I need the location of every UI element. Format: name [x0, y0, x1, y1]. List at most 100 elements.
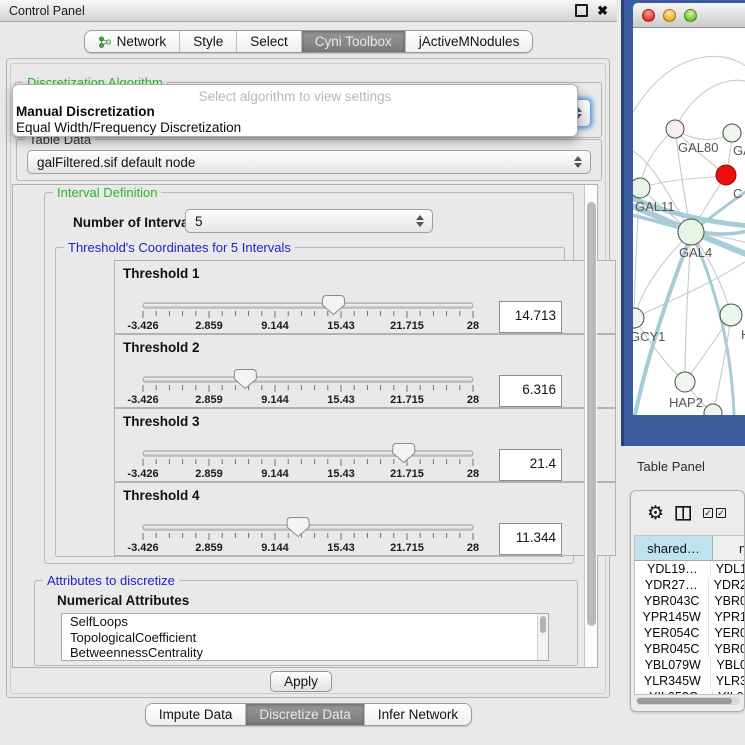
- table-horizontal-scrollbar-thumb[interactable]: [637, 698, 732, 704]
- attribute-item-betweennesscentrality[interactable]: BetweennessCentrality: [62, 645, 548, 661]
- list-scrollbar[interactable]: [537, 614, 548, 660]
- tab-infer-network[interactable]: Infer Network: [365, 704, 471, 725]
- table-horizontal-scrollbar[interactable]: [636, 697, 740, 705]
- table-row[interactable]: YPR145WYPR1: [635, 609, 745, 625]
- svg-text:GAL80: GAL80: [678, 140, 718, 155]
- cell-shared-name[interactable]: YIL052C: [635, 689, 713, 695]
- tab-network[interactable]: Network: [85, 31, 181, 52]
- network-canvas[interactable]: GAL80GACGAL11GAL4GCY1HHAP2: [633, 28, 745, 415]
- control-panel: Control Panel ✖ NetworkStyleSelect Cyni T…: [0, 0, 617, 745]
- network-node-ga[interactable]: GA: [723, 124, 745, 158]
- attributes-group: Attributes to discretize Numerical Attri…: [34, 580, 578, 666]
- slider-thumb[interactable]: [234, 370, 256, 389]
- svg-text:21.715: 21.715: [390, 394, 424, 406]
- cell-shared-name[interactable]: YPR145W: [635, 609, 709, 625]
- slider-thumb[interactable]: [393, 444, 415, 463]
- threshold-value-field[interactable]: 21.4: [499, 449, 562, 481]
- apply-button[interactable]: Apply: [270, 671, 332, 692]
- close-icon[interactable]: ✖: [597, 4, 608, 17]
- close-window-icon[interactable]: [642, 9, 655, 22]
- cell-shared-name[interactable]: YLR345W: [635, 673, 711, 689]
- table-row[interactable]: YDR27…YDR2: [635, 577, 745, 593]
- threshold-value-field[interactable]: 6.316: [499, 375, 562, 407]
- network-node-gal11[interactable]: GAL11: [633, 178, 675, 214]
- tab-label: jActiveMNodules: [419, 34, 520, 49]
- table-data-combobox[interactable]: galFiltered.sif default node: [27, 150, 591, 174]
- attributes-group-title: Attributes to discretize: [43, 573, 179, 588]
- tab-discretize-data[interactable]: Discretize Data: [246, 704, 365, 725]
- table-row[interactable]: YBR043CYBR0: [635, 593, 745, 609]
- cell-shared-name[interactable]: YBR045C: [635, 641, 709, 657]
- svg-text:21.715: 21.715: [390, 320, 424, 332]
- threshold-label: Threshold 1: [123, 266, 200, 281]
- minimize-window-icon[interactable]: [663, 9, 676, 22]
- vertical-scrollbar[interactable]: [584, 185, 597, 667]
- number-of-intervals-label: Number of Intervals: [73, 215, 200, 230]
- cell-shared-name[interactable]: YBR043C: [635, 593, 709, 609]
- svg-text:2.859: 2.859: [195, 542, 223, 554]
- slider-thumb[interactable]: [287, 518, 309, 537]
- table-row[interactable]: YDL19…YDL1: [635, 561, 745, 577]
- threshold-slider[interactable]: -3.4262.8599.14415.4321.71528: [133, 443, 513, 481]
- split-columns-icon[interactable]: [675, 505, 692, 522]
- cell-shared-name[interactable]: YER054C: [635, 625, 709, 641]
- cell-name[interactable]: YER0: [709, 625, 745, 641]
- cell-name[interactable]: YBR0: [709, 641, 745, 657]
- top-tab-bar: NetworkStyleSelect Cyni Toolbox jActiveMNo…: [0, 30, 617, 53]
- threshold-value-field[interactable]: 11.344: [499, 523, 562, 555]
- cell-name[interactable]: YDL1: [711, 561, 745, 577]
- tab-cyni-toolbox[interactable]: Cyni Toolbox: [302, 31, 406, 52]
- checkbox-icon[interactable]: ✓: [716, 508, 726, 518]
- tab-impute-data[interactable]: Impute Data: [146, 704, 247, 725]
- attribute-item-selfloops[interactable]: SelfLoops: [62, 614, 548, 630]
- threshold-value-field[interactable]: 14.713: [499, 301, 562, 333]
- threshold-4-panel: Threshold 4-3.4262.8599.14415.4321.71528…: [114, 482, 616, 556]
- vertical-scrollbar-thumb[interactable]: [587, 202, 596, 626]
- threshold-slider[interactable]: -3.4262.8599.14415.4321.71528: [133, 517, 513, 555]
- table-row[interactable]: YBL079WYBL0: [635, 657, 745, 673]
- algorithm-placeholder: Select algorithm to view settings: [13, 89, 577, 104]
- network-node-hap2[interactable]: HAP2: [669, 372, 703, 410]
- cell-name[interactable]: YBL0: [711, 657, 745, 673]
- zoom-window-icon[interactable]: [684, 9, 697, 22]
- network-icon: [98, 35, 112, 49]
- cell-shared-name[interactable]: YDR27…: [635, 577, 709, 593]
- cell-shared-name[interactable]: YDL19…: [635, 561, 711, 577]
- table-row[interactable]: YER054CYER0: [635, 625, 745, 641]
- float-window-icon[interactable]: [575, 4, 588, 17]
- dropdown-option-manual-discretization[interactable]: Manual Discretization: [16, 104, 155, 119]
- settings-gear-icon[interactable]: ⚙: [647, 504, 664, 523]
- svg-text:-3.426: -3.426: [127, 542, 158, 554]
- threshold-slider[interactable]: -3.4262.8599.14415.4321.71528: [133, 369, 513, 407]
- tab-style[interactable]: Style: [180, 31, 237, 52]
- numerical-attributes-list[interactable]: SelfLoopsTopologicalCoefficientBetweenne…: [61, 613, 549, 661]
- dropdown-option-equal-width-frequency[interactable]: Equal Width/Frequency Discretization: [16, 120, 241, 135]
- column-header-name[interactable]: n: [713, 536, 745, 561]
- tab-jactivemnodules[interactable]: jActiveMNodules: [406, 31, 533, 52]
- number-of-intervals-combobox[interactable]: 5: [185, 209, 433, 233]
- control-panel-titlebar: Control Panel ✖: [0, 0, 617, 22]
- svg-text:HAP2: HAP2: [669, 395, 703, 410]
- cell-name[interactable]: YPR1: [709, 609, 745, 625]
- list-scrollbar-thumb[interactable]: [540, 616, 546, 633]
- table-data-group: Table Data galFiltered.sif default node: [16, 139, 602, 181]
- cell-name[interactable]: YIL0: [713, 689, 745, 695]
- svg-text:15.43: 15.43: [327, 320, 355, 332]
- cell-name[interactable]: YBR0: [709, 593, 745, 609]
- table-row[interactable]: YBR045CYBR0: [635, 641, 745, 657]
- table-row[interactable]: YIL052CYIL0: [635, 689, 745, 695]
- cell-name[interactable]: YLR3: [711, 673, 745, 689]
- cell-shared-name[interactable]: YBL079W: [635, 657, 711, 673]
- network-node[interactable]: [704, 404, 722, 415]
- column-header-shared[interactable]: shared…: [635, 536, 713, 561]
- network-window-titlebar[interactable]: [633, 3, 745, 28]
- checkbox-icon[interactable]: ✓: [703, 508, 713, 518]
- attribute-item-topologicalcoefficient[interactable]: TopologicalCoefficient: [62, 630, 548, 646]
- tab-select[interactable]: Select: [237, 31, 302, 52]
- network-node-c[interactable]: C: [716, 165, 742, 201]
- table-row[interactable]: YLR345WYLR3: [635, 673, 745, 689]
- cell-name[interactable]: YDR2: [709, 577, 745, 593]
- tab-label: Impute Data: [159, 707, 233, 722]
- threshold-slider[interactable]: -3.4262.8599.14415.4321.71528: [133, 295, 513, 333]
- tab-label: Cyni Toolbox: [315, 34, 392, 49]
